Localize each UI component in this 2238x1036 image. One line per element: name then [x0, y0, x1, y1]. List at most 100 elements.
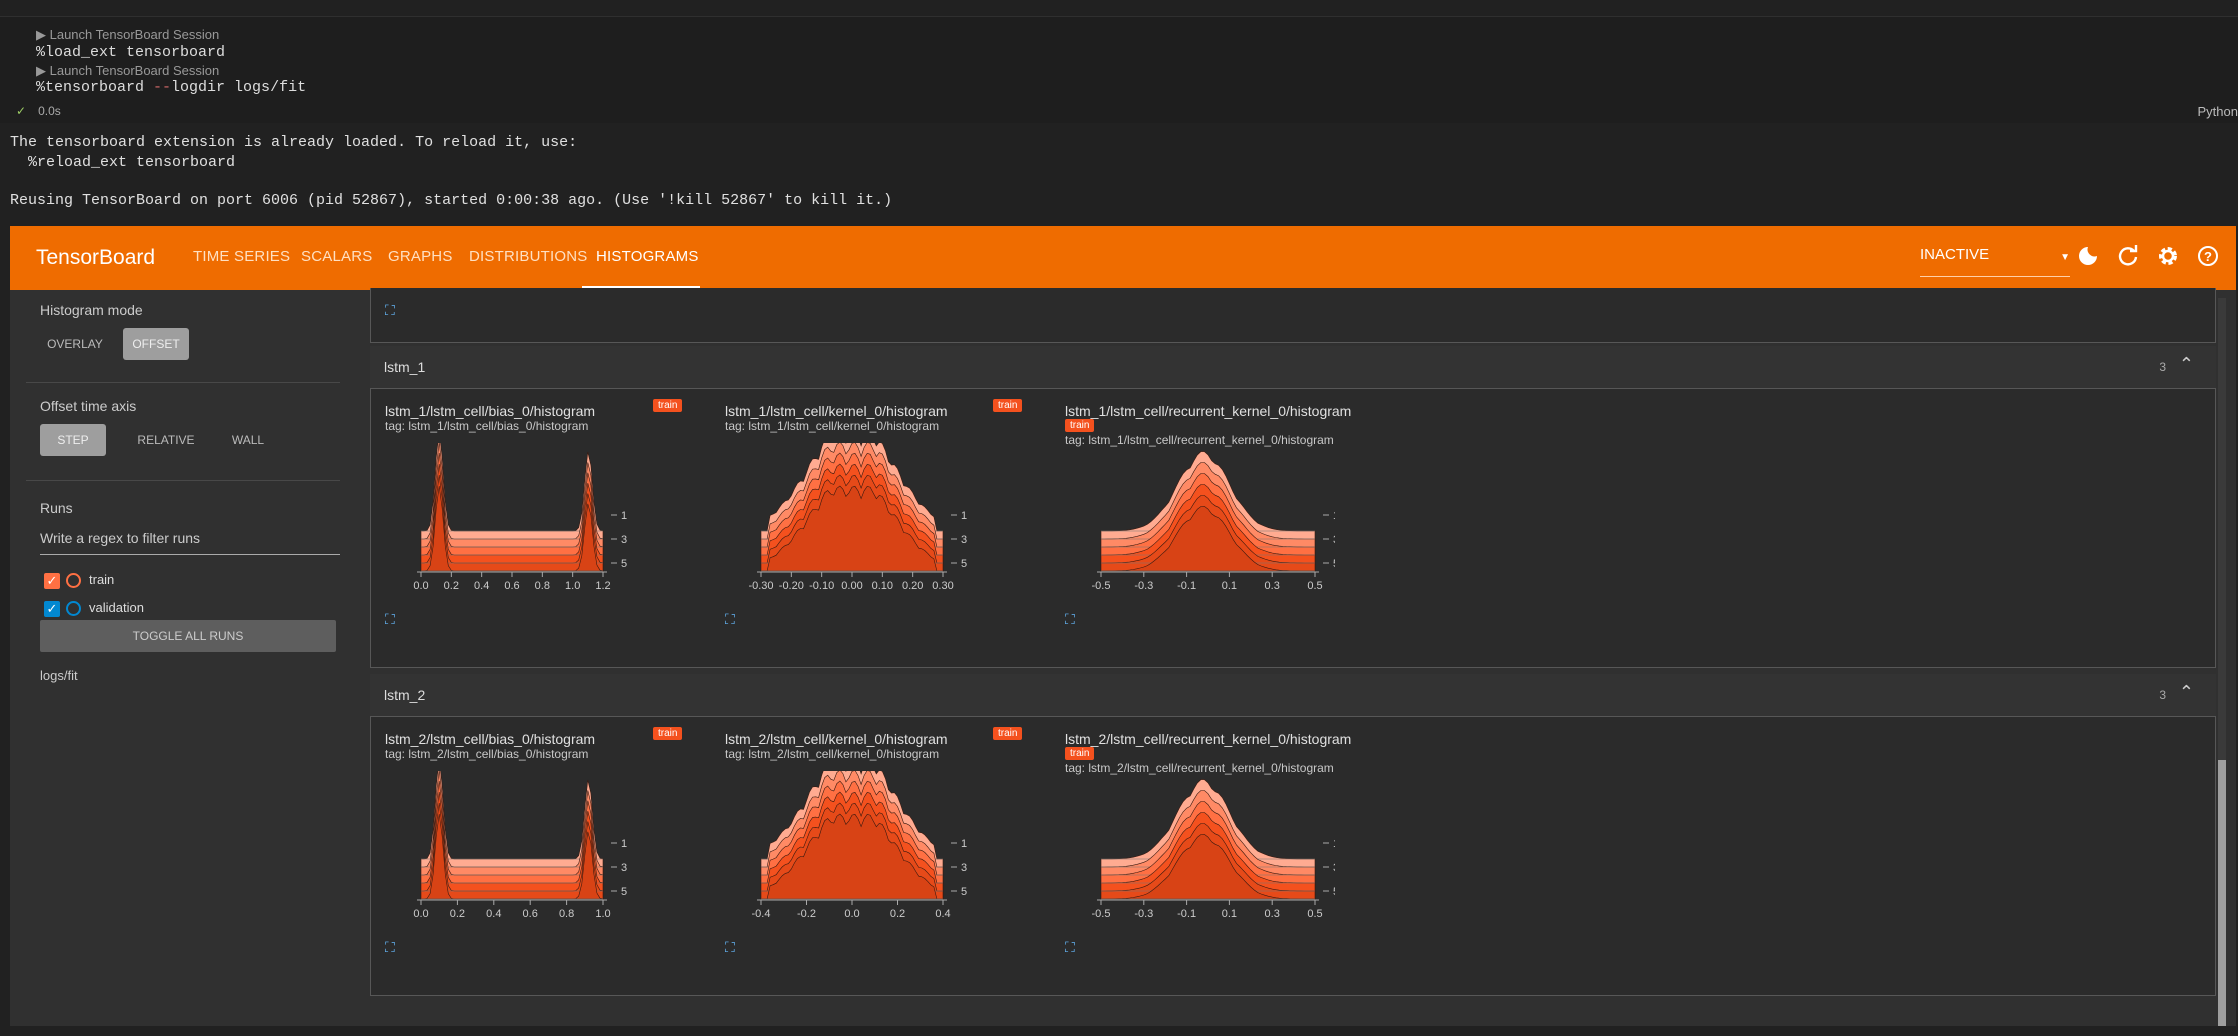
group-header-lstm-1[interactable]: lstm_1 3 ⌃: [370, 346, 2216, 388]
check-icon: ✓: [16, 104, 27, 118]
gear-icon[interactable]: [2154, 244, 2182, 272]
run-badge: train: [993, 727, 1023, 740]
tab-distributions[interactable]: DISTRIBUTIONS: [469, 248, 587, 265]
histogram-card: lstm_2/lstm_cell/recurrent_kernel_0/hist…: [1065, 731, 1395, 971]
run-color-circle-icon[interactable]: [66, 601, 81, 617]
fullscreen-expand-icon[interactable]: ⛶: [725, 939, 735, 956]
tab-time-series[interactable]: TIME SERIES: [193, 248, 290, 265]
x-tick-label: 1.0: [595, 908, 610, 920]
histogram-title: lstm_1/lstm_cell/bias_0/histogram: [385, 403, 596, 419]
checkbox-checked-icon[interactable]: ✓: [44, 572, 60, 589]
overlay-mode-button[interactable]: OVERLAY: [40, 328, 110, 360]
svg-text:?: ?: [2204, 249, 2212, 264]
x-tick-label: 0.2: [890, 908, 905, 920]
plugin-select-dropdown[interactable]: INACTIVE ▼: [1920, 246, 2070, 277]
fullscreen-expand-icon[interactable]: ⛶: [725, 611, 735, 628]
histogram-tag: tag: lstm_2/lstm_cell/kernel_0/histogram: [725, 747, 940, 761]
run-color-circle-icon[interactable]: [66, 573, 81, 589]
output-line-3: Reusing TensorBoard on port 6006 (pid 52…: [10, 192, 893, 209]
histogram-chart[interactable]: -0.5 -0.3 -0.1 0.1 0.3 0.5 1 3 5: [1075, 443, 1335, 593]
step-axis-button[interactable]: STEP: [40, 424, 106, 456]
x-tick-label: 0.2: [444, 580, 459, 592]
x-tick-label: 0.30: [932, 580, 953, 592]
y-tick-label: 1: [1333, 838, 1335, 850]
toggle-all-runs-button[interactable]: TOGGLE ALL RUNS: [40, 620, 336, 652]
run-filter-input[interactable]: Write a regex to filter runs: [40, 530, 340, 555]
checkbox-checked-icon[interactable]: ✓: [44, 600, 60, 617]
relative-axis-button[interactable]: RELATIVE: [124, 424, 208, 456]
x-tick-label: 0.3: [1265, 580, 1280, 592]
x-tick-label: 0.5: [1307, 908, 1322, 920]
histogram-card: lstm_1/lstm_cell/recurrent_kernel_0/hist…: [1065, 403, 1395, 643]
y-tick-label: 3: [961, 862, 967, 874]
histogram-chart[interactable]: 0.0 0.2 0.4 0.6 0.8 1.0 1 3 5: [395, 771, 655, 921]
run-badge: train: [653, 727, 683, 740]
execution-status: ✓ 0.0s: [16, 104, 61, 118]
fullscreen-expand-icon[interactable]: ⛶: [385, 302, 395, 319]
y-tick-label: 1: [621, 838, 627, 850]
x-tick-label: 0.00: [841, 580, 862, 592]
output-line-1: The tensorboard extension is already loa…: [10, 134, 578, 151]
y-tick-label: 1: [961, 510, 967, 522]
collapsed-launch-2[interactable]: ▶ Launch TensorBoard Session: [36, 63, 219, 79]
runs-label: Runs: [40, 500, 73, 516]
group-header-lstm-2[interactable]: lstm_2 3 ⌃: [370, 674, 2216, 716]
chevron-up-icon[interactable]: ⌃: [2179, 682, 2194, 703]
histogram-card: lstm_2/lstm_cell/bias_0/histogram train ta…: [385, 727, 715, 971]
run-badge: train: [1065, 419, 1095, 432]
x-tick-label: 0.0: [413, 908, 428, 920]
group-cards-lstm-2: lstm_2/lstm_cell/bias_0/histogram train ta…: [370, 716, 2216, 996]
x-tick-label: 0.2: [450, 908, 465, 920]
collapsed-launch-1[interactable]: ▶ Launch TensorBoard Session: [36, 27, 219, 43]
tensorboard-brand: TensorBoard: [36, 246, 156, 269]
run-row-train[interactable]: ✓ train: [44, 572, 114, 589]
dark-mode-moon-icon[interactable]: [2074, 244, 2102, 272]
group-name: lstm_2: [384, 687, 426, 703]
histogram-card: lstm_1/lstm_cell/bias_0/histogram train ta…: [385, 399, 715, 643]
fullscreen-expand-icon[interactable]: ⛶: [1065, 939, 1075, 956]
run-row-validation[interactable]: ✓ validation: [44, 600, 144, 617]
x-tick-label: 0.8: [535, 580, 550, 592]
x-tick-label: -0.4: [752, 908, 771, 920]
tab-graphs[interactable]: GRAPHS: [388, 248, 453, 265]
y-tick-label: 3: [621, 534, 627, 546]
x-tick-label: -0.30: [748, 580, 773, 592]
x-tick-label: 0.4: [474, 580, 489, 592]
histogram-tag: tag: lstm_2/lstm_cell/bias_0/histogram: [385, 747, 589, 761]
offset-mode-button[interactable]: OFFSET: [123, 328, 189, 360]
fullscreen-expand-icon[interactable]: ⛶: [385, 611, 395, 628]
x-tick-label: -0.1: [1177, 908, 1196, 920]
x-tick-label: -0.5: [1092, 908, 1111, 920]
histogram-chart[interactable]: -0.30 -0.20 -0.10 0.00 0.10 0.20 0.30 1 3 5: [735, 443, 995, 593]
scrollbar-thumb[interactable]: [2218, 760, 2226, 1026]
help-icon[interactable]: ?: [2194, 244, 2222, 272]
histogram-chart[interactable]: -0.5 -0.3 -0.1 0.1 0.3 0.5 1 3 5: [1075, 771, 1335, 921]
histogram-chart[interactable]: 0.0 0.2 0.4 0.6 0.8 1.0 1.2 1 3 5: [395, 443, 655, 593]
kernel-language[interactable]: Python: [2198, 104, 2238, 119]
previous-card-area: ⛶: [370, 288, 2216, 343]
x-tick-label: -0.2: [797, 908, 816, 920]
wall-axis-button[interactable]: WALL: [214, 424, 282, 456]
code-args: logdir logs/fit: [171, 79, 307, 96]
fullscreen-expand-icon[interactable]: ⛶: [385, 939, 395, 956]
group-name: lstm_1: [384, 359, 426, 375]
x-tick-label: 0.20: [902, 580, 923, 592]
y-tick-label: 5: [1333, 886, 1335, 898]
tab-scalars[interactable]: SCALARS: [301, 248, 372, 265]
divider: [26, 480, 340, 481]
chevron-up-icon[interactable]: ⌃: [2179, 354, 2194, 375]
histogram-chart[interactable]: -0.4 -0.2 0.0 0.2 0.4 1 3 5: [735, 771, 995, 921]
notebook-code-cell[interactable]: ▶ Launch TensorBoard Session %load_ext t…: [0, 16, 2238, 123]
fullscreen-expand-icon[interactable]: ⛶: [1065, 611, 1075, 628]
tab-histograms[interactable]: HISTOGRAMS: [596, 248, 699, 265]
code-magic: %tensorboard: [36, 79, 154, 96]
histogram-title: lstm_2/lstm_cell/recurrent_kernel_0/hist…: [1065, 731, 1352, 747]
y-tick-label: 3: [1333, 862, 1335, 874]
y-tick-label: 1: [621, 510, 627, 522]
x-tick-label: -0.3: [1134, 908, 1153, 920]
run-badge: train: [1065, 747, 1095, 760]
histogram-mode-label: Histogram mode: [40, 302, 143, 318]
refresh-icon[interactable]: [2114, 244, 2142, 272]
histogram-card: lstm_1/lstm_cell/kernel_0/histogram train…: [725, 399, 1055, 643]
x-tick-label: 0.3: [1265, 908, 1280, 920]
